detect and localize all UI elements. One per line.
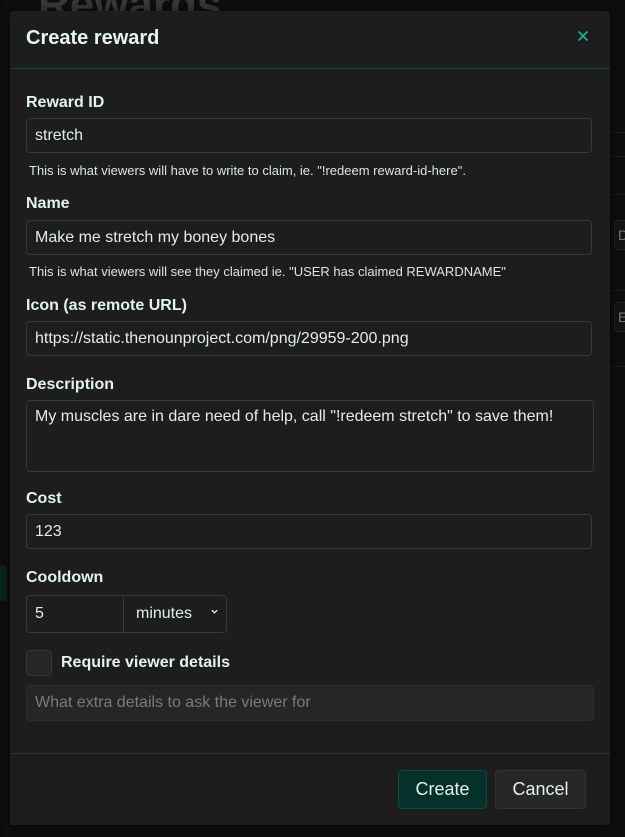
- name-input[interactable]: [26, 220, 592, 255]
- background-nav-active-indicator: [0, 565, 6, 601]
- cooldown-label: Cooldown: [26, 569, 104, 586]
- close-button[interactable]: [576, 30, 590, 46]
- cooldown-group: minutes: [26, 595, 227, 633]
- cancel-button[interactable]: Cancel: [495, 770, 586, 809]
- background-row-divider: [610, 366, 625, 367]
- reward-id-help: This is what viewers will have to write …: [29, 163, 466, 178]
- reward-id-input[interactable]: [26, 118, 592, 153]
- description-textarea[interactable]: My muscles are in dare need of help, cal…: [26, 400, 594, 472]
- require-viewer-details-label[interactable]: Require viewer details: [61, 654, 230, 672]
- name-label: Name: [26, 195, 70, 212]
- cost-label: Cost: [26, 490, 62, 507]
- cooldown-unit-select[interactable]: minutes: [124, 596, 226, 632]
- viewer-details-input[interactable]: [26, 685, 594, 721]
- background-chip: E: [614, 302, 625, 332]
- name-help: This is what viewers will see they claim…: [29, 264, 506, 279]
- chevron-down-icon: [211, 609, 218, 614]
- reward-id-label: Reward ID: [26, 94, 105, 111]
- require-viewer-details-checkbox[interactable]: [26, 650, 52, 676]
- close-icon: [577, 30, 589, 42]
- icon-url-label: Icon (as remote URL): [26, 297, 187, 314]
- modal-header: Create reward: [10, 11, 610, 69]
- footer-divider: [10, 753, 610, 754]
- create-reward-modal: Create reward Reward ID This is what vie…: [10, 11, 610, 825]
- background-divider: [6, 0, 7, 837]
- background-row-divider: [610, 156, 625, 157]
- background-chip: D: [614, 220, 625, 250]
- background-row-divider: [610, 290, 625, 291]
- background-right-rail: D E: [610, 120, 625, 370]
- cost-input[interactable]: [26, 514, 592, 549]
- cooldown-value-input[interactable]: [27, 596, 124, 632]
- description-label: Description: [26, 376, 115, 393]
- cooldown-unit-value: minutes: [136, 605, 193, 622]
- background-row-divider: [610, 194, 625, 195]
- background-row-divider: [610, 132, 625, 133]
- icon-url-input[interactable]: [26, 321, 592, 356]
- modal-title: Create reward: [26, 27, 160, 49]
- create-button[interactable]: Create: [398, 770, 487, 809]
